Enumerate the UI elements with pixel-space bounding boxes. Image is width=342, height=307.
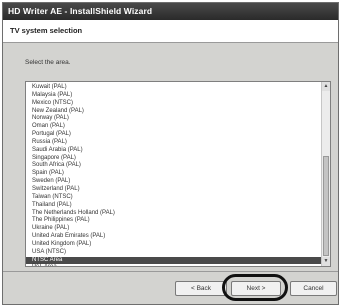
list-item[interactable]: PAL Area [26,264,321,266]
header-panel: TV system selection [3,20,338,43]
list-item[interactable]: Norway (PAL) [26,115,321,123]
list-item[interactable]: Switzerland (PAL) [26,186,321,194]
list-item[interactable]: USA (NTSC) [26,249,321,257]
scroll-up-icon[interactable]: ▲ [322,82,330,91]
area-prompt: Select the area. [25,59,71,66]
list-item[interactable]: Thailand (PAL) [26,202,321,210]
list-item[interactable]: Oman (PAL) [26,123,321,131]
list-item[interactable]: South Africa (PAL) [26,162,321,170]
list-item[interactable]: Kuwait (PAL) [26,84,321,92]
next-button-highlight-circle [222,274,288,301]
list-item[interactable]: Saudi Arabia (PAL) [26,147,321,155]
list-item[interactable]: Malaysia (PAL) [26,92,321,100]
page-title: TV system selection [10,26,83,35]
list-item[interactable]: Sweden (PAL) [26,178,321,186]
list-item[interactable]: United Arab Emirates (PAL) [26,233,321,241]
list-item[interactable]: The Netherlands Holland (PAL) [26,210,321,218]
list-scrollbar[interactable]: ▲ ▼ [321,82,330,266]
window-title: HD Writer AE - InstallShield Wizard [8,6,153,16]
list-item[interactable]: Singapore (PAL) [26,155,321,163]
list-item[interactable]: United Kingdom (PAL) [26,241,321,249]
list-item[interactable]: New Zealand (PAL) [26,108,321,116]
title-bar: HD Writer AE - InstallShield Wizard [3,3,338,20]
scroll-down-icon[interactable]: ▼ [322,257,330,266]
area-listbox[interactable]: Kuwait (PAL) Malaysia (PAL) Mexico (NTSC) N… [25,81,331,267]
cancel-button[interactable]: Cancel [290,281,337,296]
installshield-wizard-window: HD Writer AE - InstallShield Wizard TV s… [2,2,339,305]
list-item[interactable]: Portugal (PAL) [26,131,321,139]
footer-divider [3,271,338,272]
list-item[interactable]: Mexico (NTSC) [26,100,321,108]
list-item[interactable]: NTSC Area [26,256,321,265]
list-item[interactable]: Ukraine (PAL) [26,225,321,233]
list-item[interactable]: The Philippines (PAL) [26,217,321,225]
area-list-items: Kuwait (PAL) Malaysia (PAL) Mexico (NTSC) N… [26,84,321,266]
scroll-thumb[interactable] [323,156,329,256]
list-item[interactable]: Russia (PAL) [26,139,321,147]
list-item[interactable]: Taiwan (NTSC) [26,194,321,202]
back-button[interactable]: < Back [175,281,227,296]
list-item[interactable]: Spain (PAL) [26,170,321,178]
